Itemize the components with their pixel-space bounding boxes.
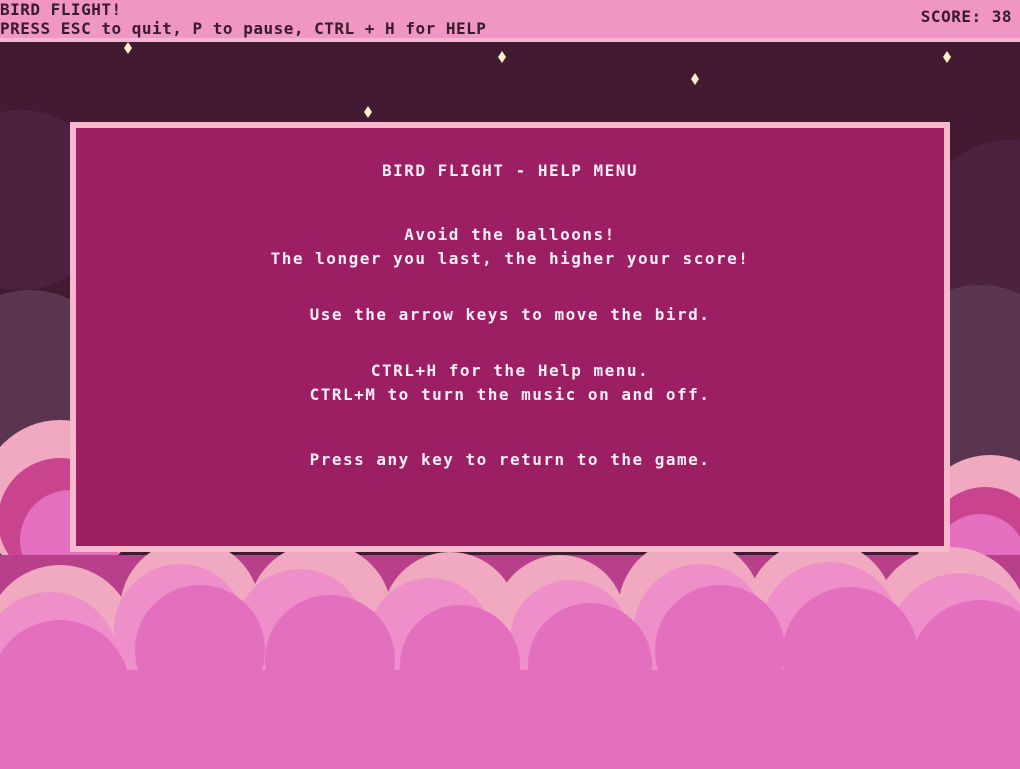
help-music-shortcut: CTRL+M to turn the music on and off. xyxy=(309,385,711,404)
help-menu-panel[interactable]: BIRD FLIGHT - HELP MENU Avoid the balloo… xyxy=(70,122,950,552)
help-return-prompt: Press any key to return to the game. xyxy=(309,450,711,469)
score-value: 38 xyxy=(991,7,1012,26)
help-menu-title: BIRD FLIGHT - HELP MENU xyxy=(381,161,639,180)
game-title: BIRD FLIGHT! xyxy=(0,0,122,19)
score-label: SCORE: xyxy=(920,7,982,26)
help-score-info: The longer you last, the higher your sco… xyxy=(270,249,750,268)
help-help-shortcut: CTRL+H for the Help menu. xyxy=(370,361,650,380)
hud-bar: BIRD FLIGHT! PRESS ESC to quit, P to pau… xyxy=(0,0,1020,42)
controls-hint: PRESS ESC to quit, P to pause, CTRL + H … xyxy=(0,19,487,38)
help-avoid-balloons: Avoid the balloons! xyxy=(404,225,616,244)
help-move-info: Use the arrow keys to move the bird. xyxy=(309,305,711,324)
score-display: SCORE: 38 xyxy=(921,7,1012,26)
game-screen[interactable]: BIRD FLIGHT! PRESS ESC to quit, P to pau… xyxy=(0,0,1020,769)
